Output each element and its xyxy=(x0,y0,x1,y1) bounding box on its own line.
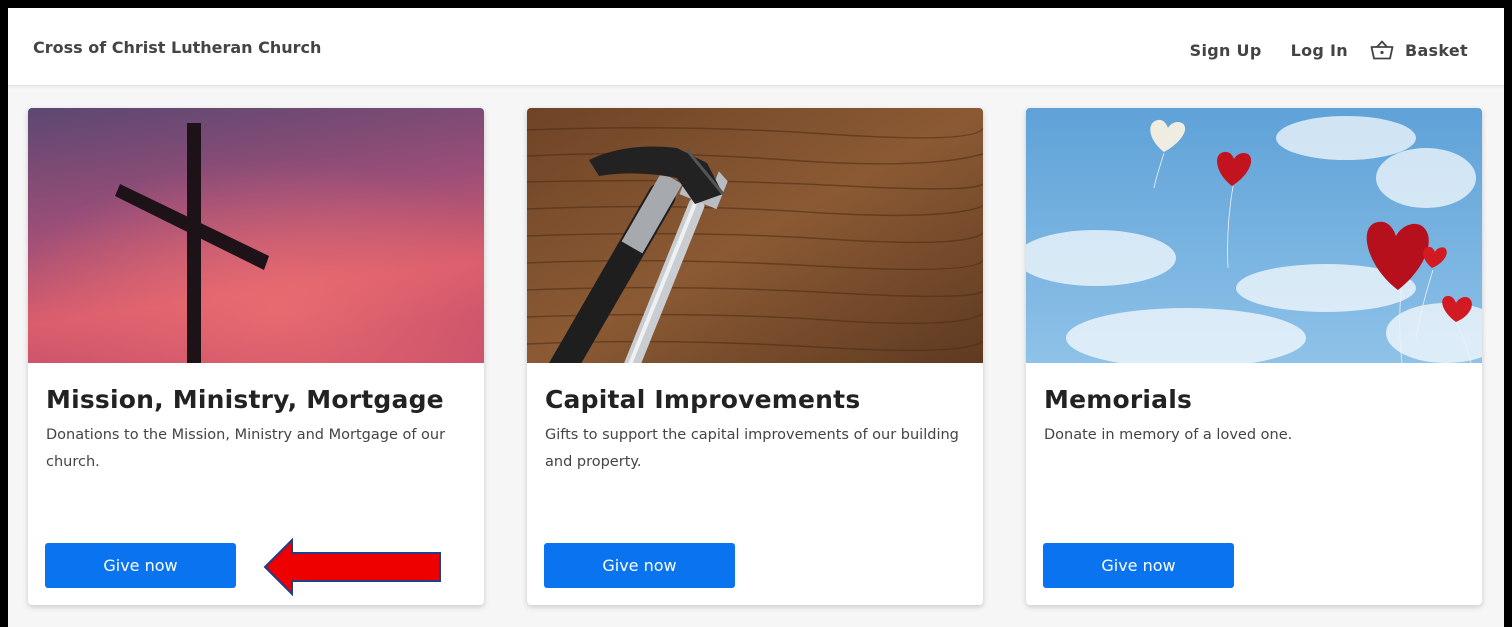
fund-card-capital-improvements: Capital Improvements Gifts to support th… xyxy=(527,108,983,605)
card-title: Memorials xyxy=(1044,385,1193,414)
log-in-link[interactable]: Log In xyxy=(1291,41,1348,60)
give-now-button[interactable]: Give now xyxy=(544,543,735,588)
hammer-and-wrench-image xyxy=(527,108,983,363)
card-description: Donate in memory of a loved one. xyxy=(1044,427,1293,443)
site-header: Cross of Christ Lutheran Church Sign Up … xyxy=(8,8,1504,86)
cross-at-sunset-image xyxy=(28,108,484,363)
basket-label: Basket xyxy=(1404,40,1468,60)
basket-link[interactable]: Basket xyxy=(1370,40,1468,60)
screenshot-frame: Cross of Christ Lutheran Church Sign Up … xyxy=(8,8,1504,627)
give-now-button[interactable]: Give now xyxy=(45,543,236,588)
fund-card-memorials: Memorials Donate in memory of a loved on… xyxy=(1026,108,1482,605)
red-arrow-icon xyxy=(263,537,441,597)
card-description: Donations to the Mission, Ministry and M… xyxy=(46,427,446,470)
church-name[interactable]: Cross of Christ Lutheran Church xyxy=(33,38,321,57)
fund-card-mission: Mission, Ministry, Mortgage Donations to… xyxy=(28,108,484,605)
basket-icon xyxy=(1370,40,1394,60)
card-title: Mission, Ministry, Mortgage xyxy=(46,385,444,414)
card-description: Gifts to support the capital improvement… xyxy=(545,427,959,470)
heart-balloons-image xyxy=(1026,108,1482,363)
give-now-button[interactable]: Give now xyxy=(1043,543,1234,588)
top-nav: Sign Up Log In Basket xyxy=(1190,40,1468,60)
card-title: Capital Improvements xyxy=(545,385,861,414)
sign-up-link[interactable]: Sign Up xyxy=(1190,41,1262,60)
